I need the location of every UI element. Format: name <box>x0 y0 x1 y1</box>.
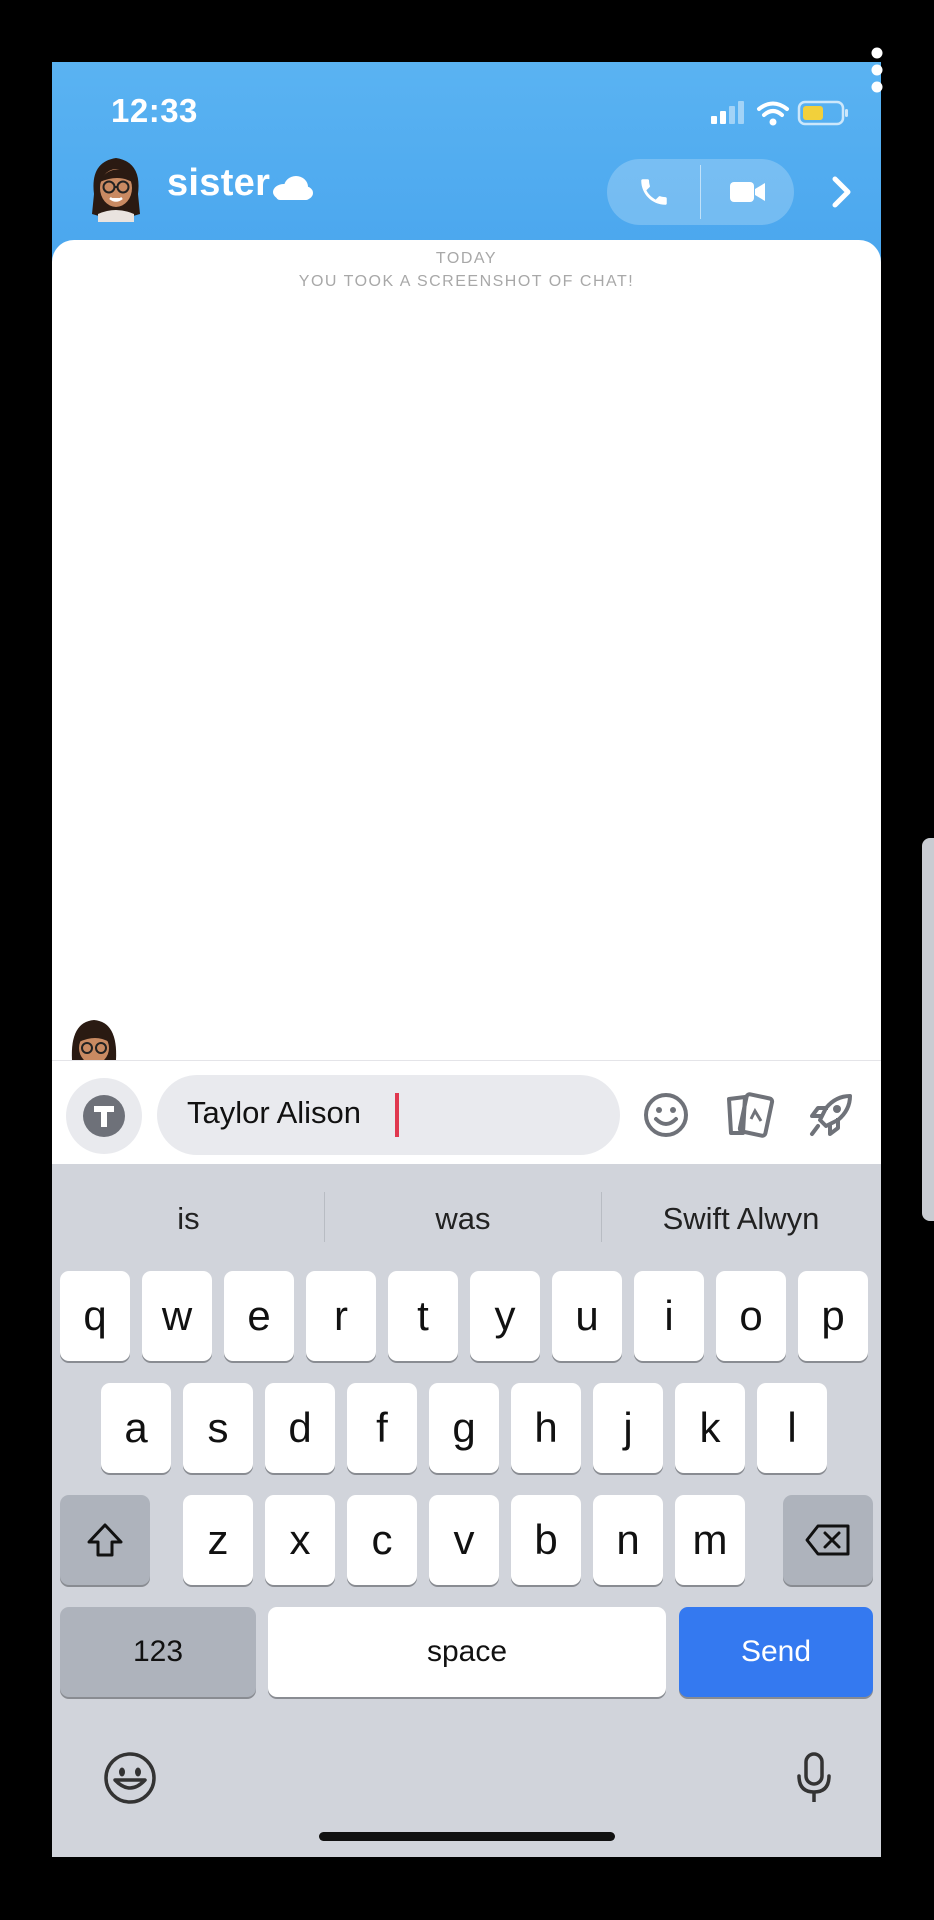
key-q[interactable]: q <box>60 1271 130 1361</box>
key-e[interactable]: e <box>224 1271 294 1361</box>
key-k[interactable]: k <box>675 1383 745 1473</box>
key-c[interactable]: c <box>347 1495 417 1585</box>
day-label: TODAY <box>435 250 498 267</box>
signal-icon <box>711 101 744 124</box>
key-w[interactable]: w <box>142 1271 212 1361</box>
rocket-icon <box>810 1094 852 1136</box>
key-t[interactable]: t <box>388 1271 458 1361</box>
message-input-text: Taylor Alison <box>187 1095 362 1130</box>
key-a[interactable]: a <box>101 1383 171 1473</box>
emoji-face-icon <box>104 1752 156 1804</box>
profile-chevron-button[interactable] <box>822 166 862 218</box>
suggestion-2[interactable]: was <box>325 1194 601 1244</box>
wifi-icon <box>757 101 789 126</box>
memories-button[interactable] <box>723 1089 775 1141</box>
microphone-icon <box>797 1752 831 1802</box>
video-call-button[interactable] <box>701 159 794 225</box>
message-input-bar: Taylor Alison <box>52 1060 881 1164</box>
chat-header: 12:33 sister <box>52 62 881 262</box>
key-f[interactable]: f <box>347 1383 417 1473</box>
message-input[interactable]: Taylor Alison <box>157 1075 620 1155</box>
text-style-button[interactable] <box>66 1078 142 1154</box>
typing-bitmoji-avatar <box>71 1020 117 1060</box>
key-r[interactable]: r <box>306 1271 376 1361</box>
text-caret <box>395 1093 399 1137</box>
shift-arrow-icon <box>87 1523 123 1557</box>
shift-key[interactable] <box>60 1495 150 1585</box>
key-b[interactable]: b <box>511 1495 581 1585</box>
space-key[interactable]: space <box>268 1607 666 1697</box>
cloud-emoji-icon <box>273 176 313 200</box>
suggestion-1[interactable]: is <box>52 1194 325 1244</box>
key-g[interactable]: g <box>429 1383 499 1473</box>
text-t-icon <box>83 1095 125 1137</box>
battery-icon <box>797 100 848 126</box>
home-indicator <box>319 1832 615 1841</box>
backspace-key[interactable] <box>783 1495 873 1585</box>
bitmoji-avatar[interactable] <box>88 154 144 222</box>
key-v[interactable]: v <box>429 1495 499 1585</box>
video-camera-icon <box>729 182 765 202</box>
key-m[interactable]: m <box>675 1495 745 1585</box>
key-z[interactable]: z <box>183 1495 253 1585</box>
status-icons <box>711 100 848 126</box>
smiley-icon <box>644 1093 688 1137</box>
screenshot-notice: YOU TOOK A SCREENSHOT OF CHAT! <box>298 273 635 290</box>
voice-call-button[interactable] <box>607 159 700 225</box>
call-controls <box>607 159 794 225</box>
key-n[interactable]: n <box>593 1495 663 1585</box>
send-key[interactable]: Send <box>679 1607 873 1697</box>
key-i[interactable]: i <box>634 1271 704 1361</box>
backspace-icon <box>805 1524 850 1556</box>
key-j[interactable]: j <box>593 1383 663 1473</box>
emoji-sticker-button[interactable] <box>640 1089 692 1141</box>
key-d[interactable]: d <box>265 1383 335 1473</box>
status-time: 12:33 <box>111 92 198 129</box>
key-x[interactable]: x <box>265 1495 335 1585</box>
emoji-keyboard-button[interactable] <box>100 1748 160 1808</box>
key-h[interactable]: h <box>511 1383 581 1473</box>
key-u[interactable]: u <box>552 1271 622 1361</box>
phone-screen: 12:33 sister TODAY YOU TOOK A SCREENSHOT… <box>52 62 881 1857</box>
chevron-right-icon <box>832 176 851 208</box>
more-options-icon[interactable] <box>870 46 884 94</box>
contact-name[interactable]: sister <box>167 162 270 205</box>
key-p[interactable]: p <box>798 1271 868 1361</box>
games-rocket-button[interactable] <box>805 1089 857 1141</box>
keyboard: is was Swift Alwyn q w e r t y u i o p a… <box>52 1164 881 1857</box>
numbers-key[interactable]: 123 <box>60 1607 256 1697</box>
key-y[interactable]: y <box>470 1271 540 1361</box>
dictation-button[interactable] <box>784 1748 844 1808</box>
side-handle[interactable] <box>922 838 934 1221</box>
suggestion-3[interactable]: Swift Alwyn <box>601 1194 881 1244</box>
chat-thread[interactable]: TODAY YOU TOOK A SCREENSHOT OF CHAT! <box>52 240 881 1060</box>
phone-icon <box>640 179 667 205</box>
memories-cards-icon <box>727 1092 775 1138</box>
key-o[interactable]: o <box>716 1271 786 1361</box>
key-s[interactable]: s <box>183 1383 253 1473</box>
key-l[interactable]: l <box>757 1383 827 1473</box>
